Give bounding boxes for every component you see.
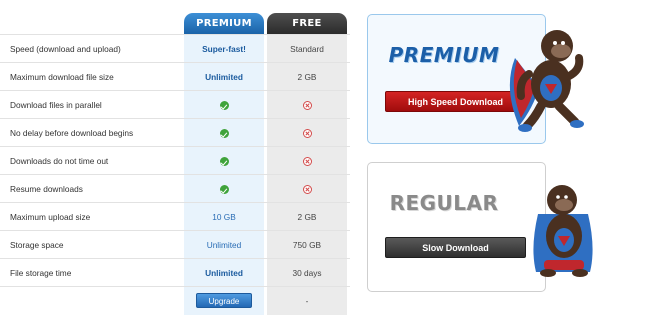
check-icon (219, 101, 229, 111)
table-row: Maximum download file size Unlimited 2 G… (0, 62, 350, 90)
premium-value: Upgrade (184, 287, 264, 315)
comparison-table: PREMIUM FREE Speed (download and upload)… (0, 0, 350, 315)
check-icon (219, 185, 229, 195)
table-row: Resume downloads (0, 174, 350, 202)
free-value (267, 91, 347, 119)
feature-label: Storage space (10, 240, 64, 250)
free-value: 2 GB (297, 72, 317, 82)
regular-panel-title: REGULAR (389, 191, 499, 215)
feature-label: Speed (download and upload) (10, 44, 121, 54)
cross-icon (302, 129, 312, 139)
table-row: Upgrade - (0, 286, 350, 314)
feature-label: Downloads do not time out (10, 156, 109, 166)
feature-label: Resume downloads (10, 184, 83, 194)
cross-icon (302, 157, 312, 167)
table-row: Storage space Unlimited 750 GB (0, 230, 350, 258)
free-value (267, 175, 347, 203)
upgrade-button[interactable]: Upgrade (196, 293, 252, 308)
premium-value (184, 119, 264, 147)
table-row: Download files in parallel (0, 90, 350, 118)
free-value: 2 GB (297, 212, 317, 222)
feature-label: File storage time (10, 268, 72, 278)
cross-icon (302, 101, 312, 111)
premium-panel-title: PREMIUM (388, 43, 500, 67)
free-value: - (305, 296, 309, 306)
free-value: Standard (290, 44, 324, 54)
free-value (267, 119, 347, 147)
free-value: 750 GB (292, 240, 322, 250)
sitting-gorilla-mascot-icon (533, 185, 593, 277)
free-value: 30 days (292, 268, 322, 278)
flying-gorilla-mascot-icon (509, 30, 584, 132)
premium-value: Unlimited (205, 72, 243, 82)
cross-icon (302, 185, 312, 195)
table-row: No delay before download begins (0, 118, 350, 146)
premium-value (184, 147, 264, 175)
check-icon (219, 129, 229, 139)
check-icon (219, 157, 229, 167)
free-value (267, 147, 347, 175)
slow-download-button[interactable]: Slow Download (385, 237, 526, 258)
feature-label: No delay before download begins (10, 128, 134, 138)
premium-column-header: PREMIUM (184, 13, 264, 34)
premium-value: 10 GB (212, 212, 236, 222)
premium-value (184, 91, 264, 119)
table-row: Maximum upload size 10 GB 2 GB (0, 202, 350, 230)
feature-label: Maximum upload size (10, 212, 91, 222)
free-column-header: FREE (267, 13, 347, 34)
premium-value (184, 175, 264, 203)
premium-value: Unlimited (205, 268, 243, 278)
regular-panel: REGULAR Slow Download (367, 162, 546, 292)
table-row: Speed (download and upload) Super-fast! … (0, 34, 350, 62)
premium-value: Unlimited (206, 240, 242, 250)
feature-label: Maximum download file size (10, 72, 114, 82)
table-row: File storage time Unlimited 30 days (0, 258, 350, 286)
table-row: Downloads do not time out (0, 146, 350, 174)
feature-label: Download files in parallel (10, 100, 102, 110)
premium-value: Super-fast! (202, 44, 246, 54)
